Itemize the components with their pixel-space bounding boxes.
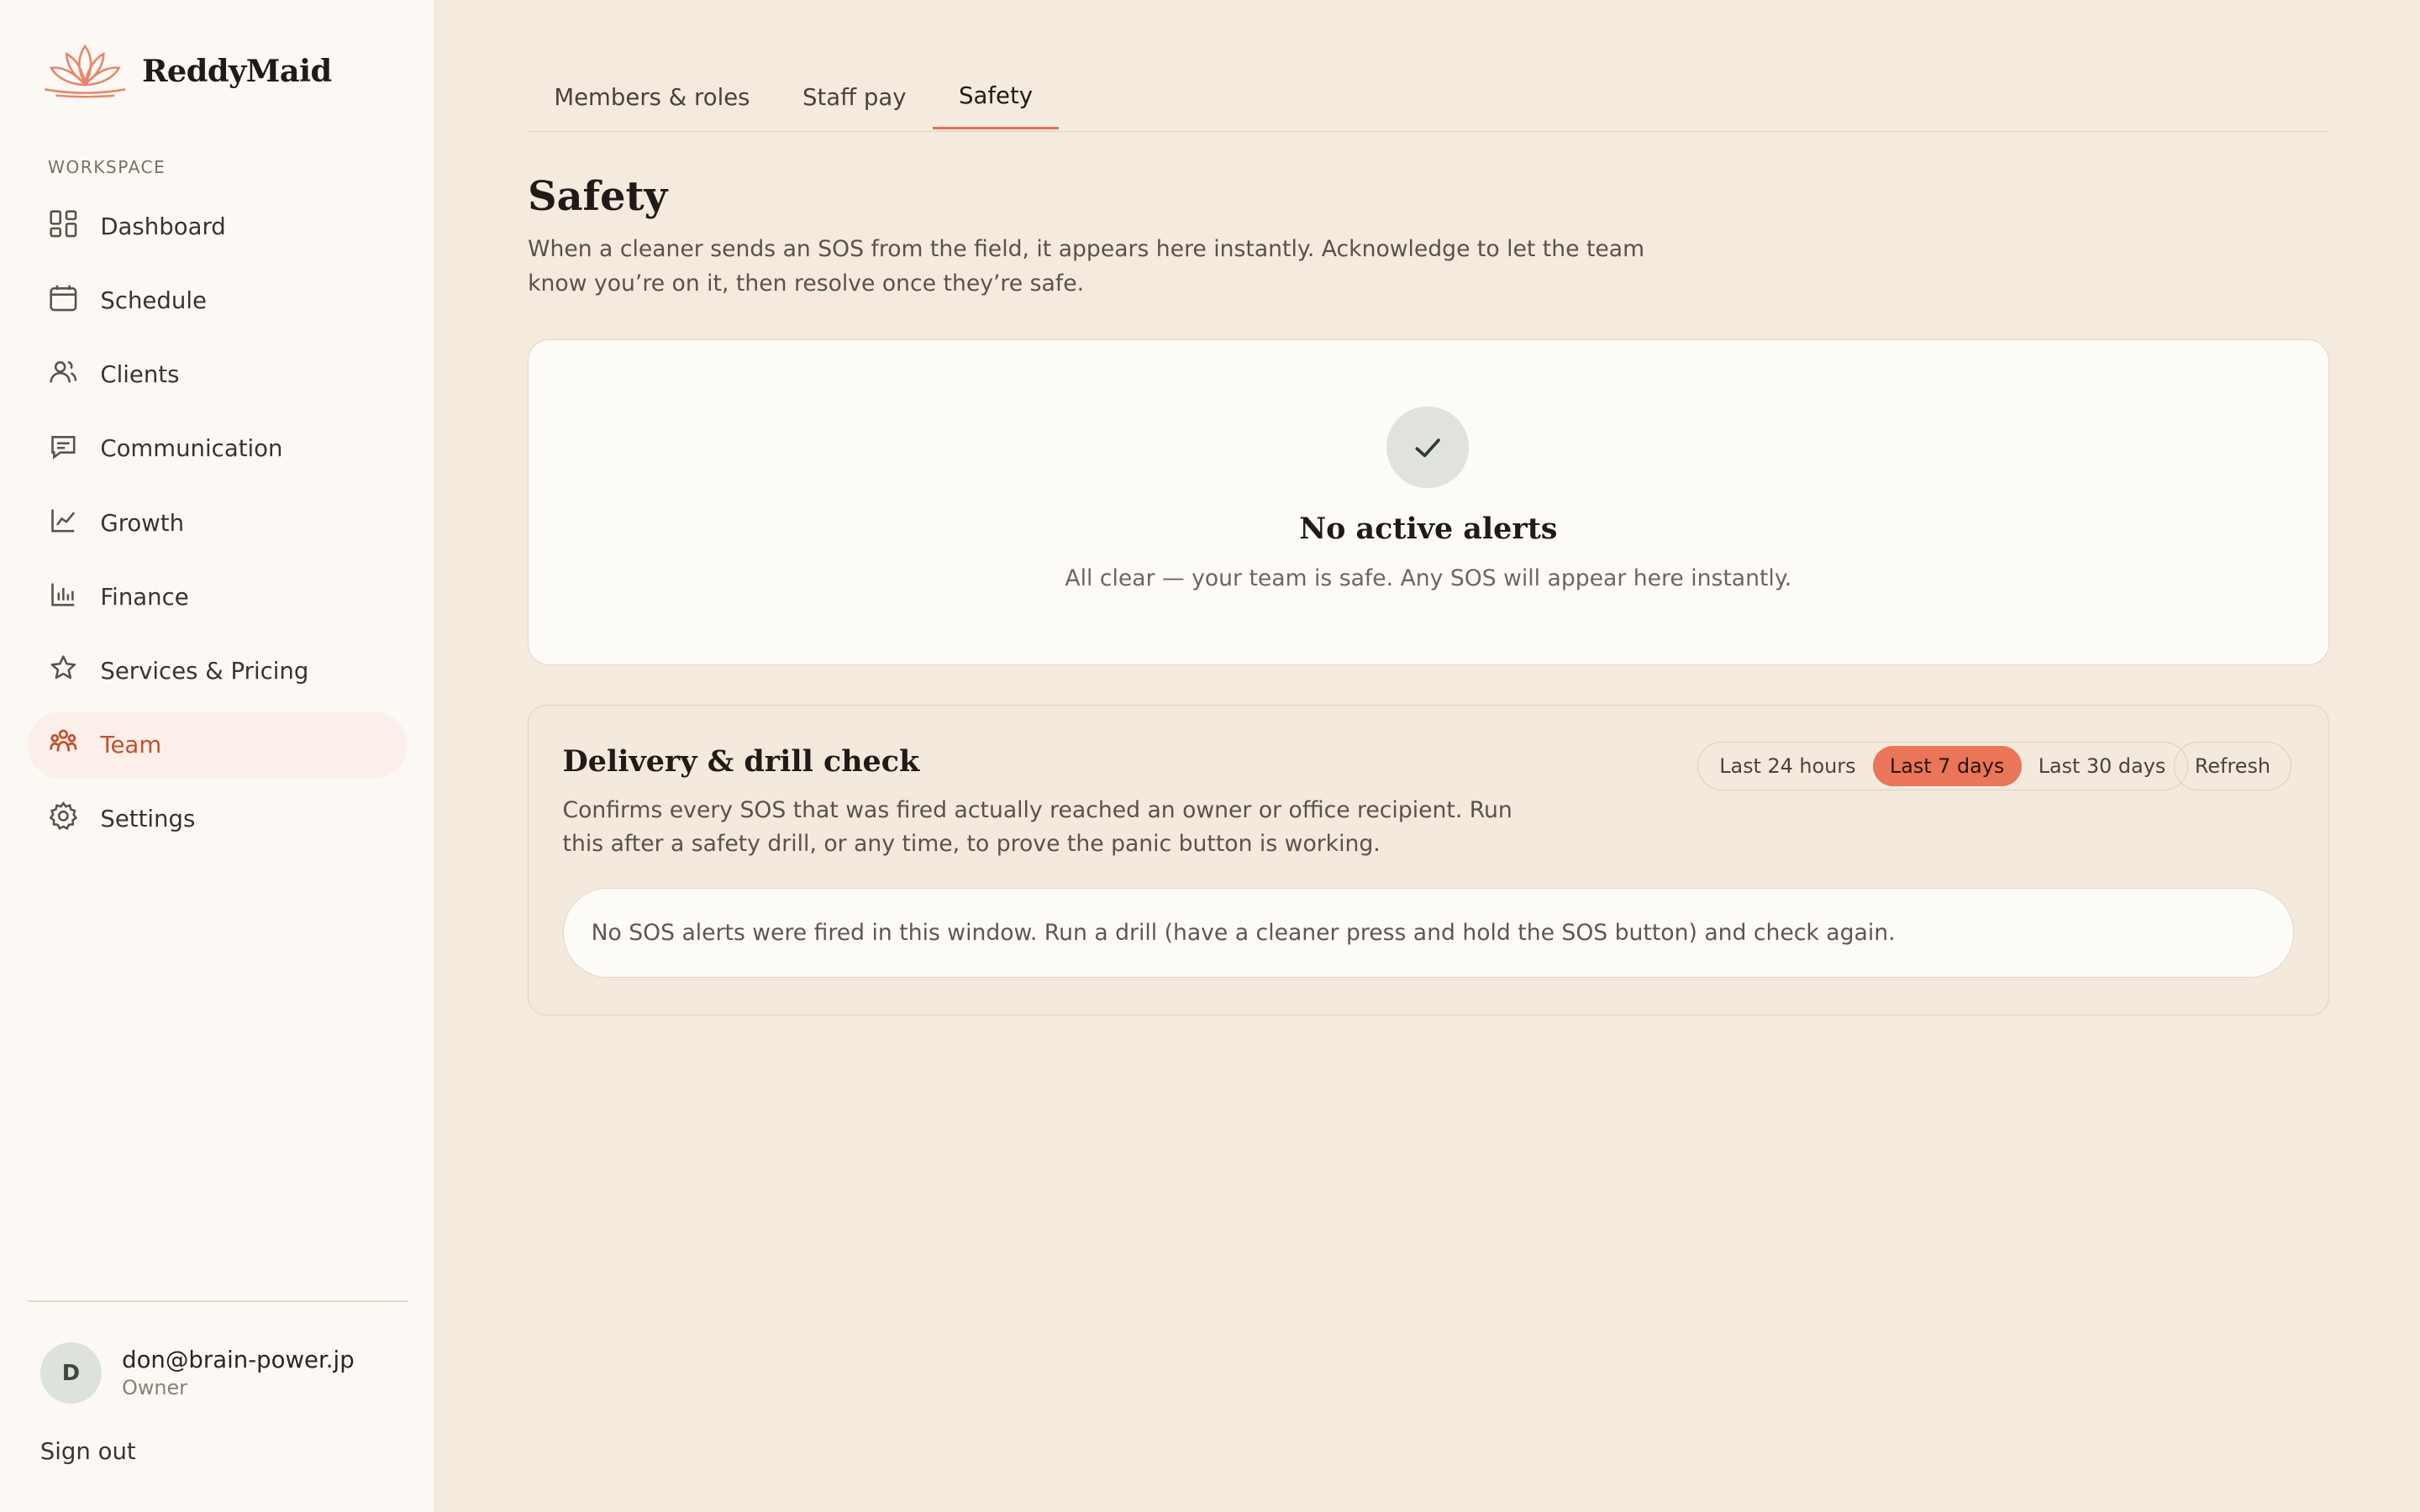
lotus-icon bbox=[40, 37, 130, 104]
sidebar-item-services-pricing[interactable]: Services & Pricing bbox=[28, 638, 408, 706]
tab-bar: Members & roles Staff pay Safety bbox=[528, 65, 2329, 133]
avatar: D bbox=[39, 1341, 103, 1404]
brand[interactable]: ReddyMaid bbox=[40, 37, 332, 104]
time-range-selector: Last 24 hours Last 7 days Last 30 days bbox=[1697, 741, 2188, 791]
sidebar-item-clients[interactable]: Clients bbox=[28, 341, 408, 409]
bar-chart-icon bbox=[48, 579, 79, 616]
drill-check-card: Delivery & drill check Confirms every SO… bbox=[528, 705, 2329, 1016]
sidebar-item-schedule[interactable]: Schedule bbox=[28, 267, 408, 335]
alerts-title: No active alerts bbox=[1299, 511, 1558, 546]
user-email: don@brain-power.jp bbox=[122, 1346, 355, 1373]
refresh-button[interactable]: Refresh bbox=[2174, 741, 2291, 791]
users-icon bbox=[48, 356, 79, 393]
sidebar-item-communication[interactable]: Communication bbox=[28, 415, 408, 483]
range-last-7-days[interactable]: Last 7 days bbox=[1872, 746, 2022, 786]
brand-name: ReddyMaid bbox=[141, 52, 332, 89]
page-title: Safety bbox=[528, 172, 668, 220]
gear-icon bbox=[48, 801, 79, 837]
sidebar-item-label: Growth bbox=[100, 509, 185, 537]
calendar-icon bbox=[48, 282, 79, 319]
sidebar-item-team[interactable]: Team bbox=[28, 711, 408, 780]
tab-members-roles[interactable]: Members & roles bbox=[528, 65, 776, 129]
sidebar-item-dashboard[interactable]: Dashboard bbox=[28, 193, 408, 261]
message-icon bbox=[48, 431, 79, 468]
sidebar-item-label: Services & Pricing bbox=[100, 657, 309, 685]
main-content: Members & roles Staff pay Safety Safety … bbox=[435, 0, 2420, 1512]
sidebar-item-finance[interactable]: Finance bbox=[28, 563, 408, 631]
sidebar: ReddyMaid WORKSPACE Dashboard Schedule C… bbox=[0, 0, 435, 1512]
section-label: WORKSPACE bbox=[47, 157, 166, 178]
sign-out-link[interactable]: Sign out bbox=[40, 1438, 136, 1465]
star-icon bbox=[48, 653, 79, 690]
tab-safety[interactable]: Safety bbox=[932, 65, 1060, 130]
drill-empty-state: No SOS alerts were fired in this window.… bbox=[562, 888, 2295, 978]
tab-staff-pay[interactable]: Staff pay bbox=[776, 65, 933, 129]
sidebar-item-growth[interactable]: Growth bbox=[28, 489, 408, 557]
sidebar-item-label: Finance bbox=[100, 583, 189, 611]
sidebar-item-label: Team bbox=[100, 732, 162, 759]
range-last-24-hours[interactable]: Last 24 hours bbox=[1702, 746, 1873, 786]
sidebar-divider bbox=[28, 1300, 408, 1303]
grid-icon bbox=[48, 208, 79, 245]
sidebar-item-label: Clients bbox=[100, 361, 180, 389]
page-description: When a cleaner sends an SOS from the fie… bbox=[528, 236, 1645, 297]
sidebar-item-label: Settings bbox=[100, 806, 196, 833]
drill-description: Confirms every SOS that was fired actual… bbox=[562, 797, 1512, 858]
sidebar-nav: Dashboard Schedule Clients Communication… bbox=[28, 193, 408, 859]
sidebar-item-label: Schedule bbox=[100, 287, 207, 315]
team-icon bbox=[48, 727, 79, 764]
drill-title: Delivery & drill check bbox=[562, 744, 920, 780]
user-profile[interactable]: D don@brain-power.jp Owner bbox=[39, 1341, 355, 1404]
check-icon bbox=[1386, 407, 1469, 489]
user-role: Owner bbox=[122, 1376, 187, 1400]
range-last-30-days[interactable]: Last 30 days bbox=[2022, 746, 2183, 786]
sidebar-item-label: Dashboard bbox=[100, 213, 226, 240]
active-alerts-card: No active alerts All clear — your team i… bbox=[528, 339, 2329, 665]
sidebar-item-settings[interactable]: Settings bbox=[28, 785, 408, 853]
alerts-subtitle: All clear — your team is safe. Any SOS w… bbox=[1065, 565, 1792, 592]
trend-icon bbox=[48, 505, 79, 542]
sidebar-item-label: Communication bbox=[100, 435, 283, 463]
